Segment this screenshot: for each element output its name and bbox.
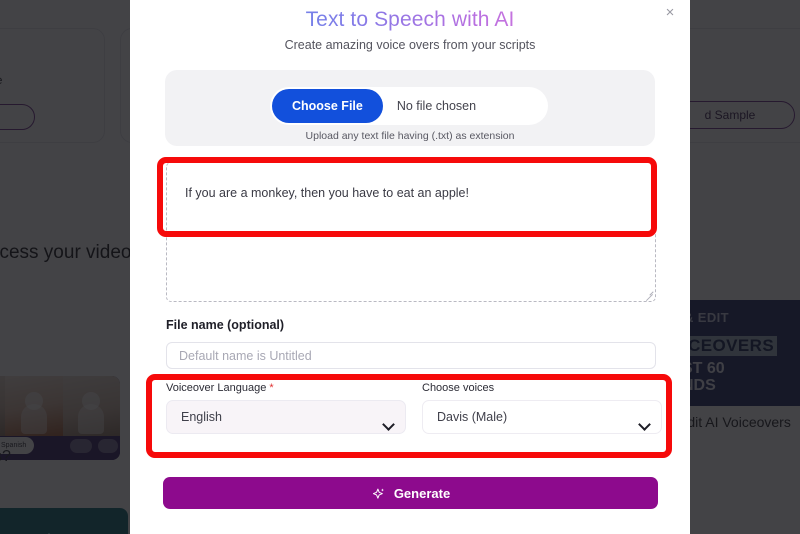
choose-voices-select-wrap: Davis (Male) (422, 400, 662, 434)
modal-subtitle: Create amazing voice overs from your scr… (284, 38, 536, 52)
voiceover-language-field: Voiceover Language * English (166, 382, 406, 434)
choose-voices-label: Choose voices (422, 382, 495, 394)
screenshot-root: ny language l Video C ce d Sample proces… (0, 0, 800, 534)
choose-file-button[interactable]: Choose File (272, 89, 383, 123)
textarea-resize-handle[interactable] (644, 290, 654, 300)
generate-button[interactable]: Generate (163, 477, 658, 509)
file-input-control[interactable]: Choose File No file chosen (270, 87, 548, 125)
voiceover-language-select[interactable]: English (166, 400, 406, 434)
text-to-speech-modal: × Text to Speech with AI Create amazing … (130, 0, 690, 534)
voiceover-language-select-wrap: English (166, 400, 406, 434)
modal-title: Text to Speech with AI (130, 8, 690, 32)
choose-voices-select[interactable]: Davis (Male) (422, 400, 662, 434)
file-chosen-status: No file chosen (396, 99, 477, 113)
choose-voices-field: Choose voices Davis (Male) (422, 382, 662, 434)
file-name-input[interactable] (166, 342, 656, 369)
voiceover-language-label: Voiceover Language * (166, 382, 406, 394)
voice-options-row: Voiceover Language * English Choose voic… (166, 382, 662, 444)
voiceover-language-label-text: Voiceover Language (166, 382, 267, 394)
upload-hint-text: Upload any text file having (.txt) as ex… (305, 130, 515, 142)
file-upload-section: Choose File No file chosen Upload any te… (165, 70, 655, 146)
sparkle-icon (372, 488, 384, 499)
script-textarea[interactable] (166, 162, 656, 302)
generate-button-label: Generate (393, 485, 451, 501)
required-star-icon: * (269, 382, 274, 394)
file-name-label: File name (optional) (166, 318, 285, 332)
